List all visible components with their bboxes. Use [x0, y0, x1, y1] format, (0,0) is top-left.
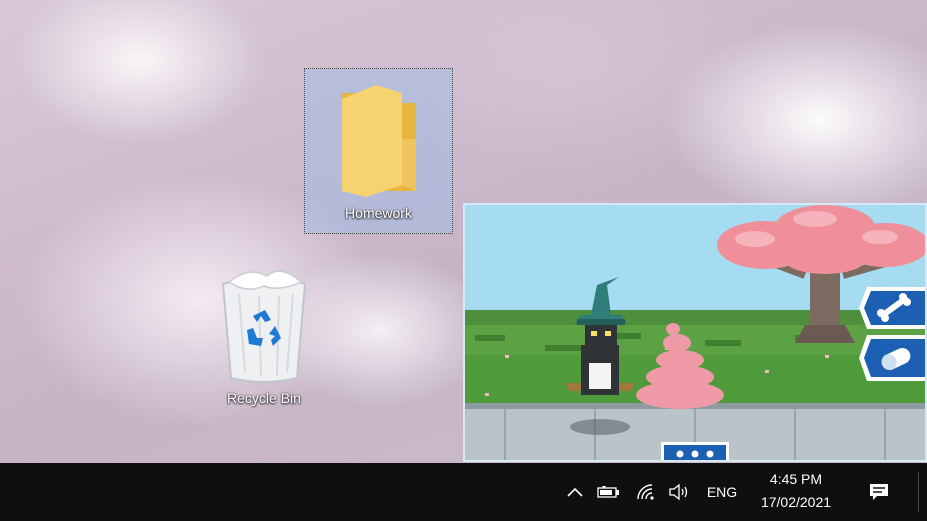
desktop-icon-label: Recycle Bin: [227, 390, 301, 406]
volume-icon: [669, 484, 688, 500]
recycle-bin-icon: [221, 270, 307, 383]
desktop-icon-label: Homework: [345, 205, 412, 221]
more-dots-button[interactable]: [661, 442, 729, 460]
show-desktop-button[interactable]: [914, 463, 924, 521]
desktop-icon-recycle-bin[interactable]: Recycle Bin: [204, 258, 324, 428]
network-button[interactable]: [632, 463, 660, 521]
taskbar: ENG 4:45 PM 17/02/2021: [0, 463, 927, 521]
game-scene: [465, 205, 925, 460]
clock-time: 4:45 PM: [769, 471, 823, 487]
show-desktop-divider-icon: [918, 472, 919, 512]
show-hidden-icons-button[interactable]: [562, 463, 588, 521]
pill-button[interactable]: [859, 335, 925, 381]
battery-icon: [597, 486, 619, 498]
input-language-button[interactable]: ENG: [700, 463, 744, 521]
notification-icon: [870, 484, 888, 500]
clock-date: 17/02/2021: [760, 494, 832, 510]
wifi-icon: [637, 484, 654, 500]
desktop: Homework Recycle Bin: [0, 0, 927, 463]
notification-center-button[interactable]: [862, 463, 896, 521]
battery-button[interactable]: [594, 463, 624, 521]
folder-icon: [341, 85, 416, 197]
volume-button[interactable]: [664, 463, 694, 521]
desktop-icon-homework[interactable]: Homework: [304, 68, 453, 234]
clock-button[interactable]: 4:45 PM 17/02/2021: [748, 467, 844, 517]
pip-game-window[interactable]: [463, 203, 927, 462]
chevron-up-icon: [567, 487, 583, 497]
bone-button[interactable]: [859, 287, 925, 329]
